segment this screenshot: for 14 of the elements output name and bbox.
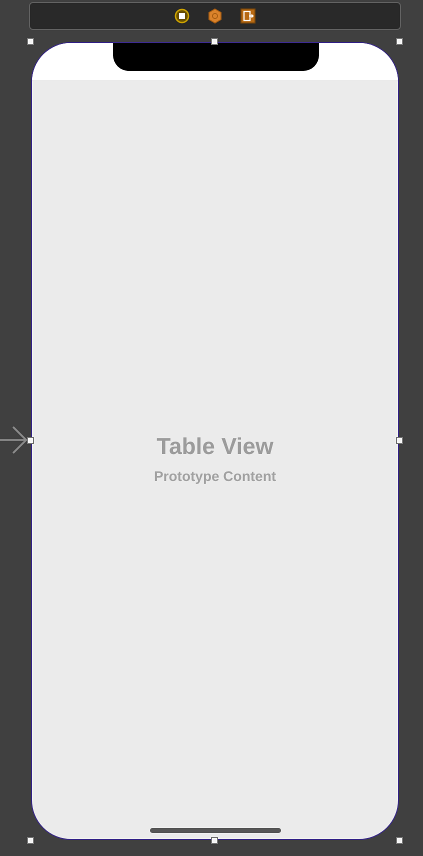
entry-arrow-icon [0, 425, 28, 455]
table-view-title: Table View [156, 433, 274, 460]
view-controller-icon[interactable] [174, 8, 190, 24]
resize-handle[interactable] [211, 38, 218, 45]
resize-handle[interactable] [27, 837, 34, 844]
resize-handle[interactable] [27, 437, 34, 444]
exit-icon[interactable] [240, 8, 256, 24]
resize-handle[interactable] [211, 837, 218, 844]
table-view-subtitle: Prototype Content [154, 468, 276, 484]
resize-handle[interactable] [396, 837, 403, 844]
resize-handle[interactable] [396, 437, 403, 444]
resize-handle[interactable] [396, 38, 403, 45]
resize-handle[interactable] [27, 38, 34, 45]
cube-icon[interactable] [207, 8, 223, 24]
